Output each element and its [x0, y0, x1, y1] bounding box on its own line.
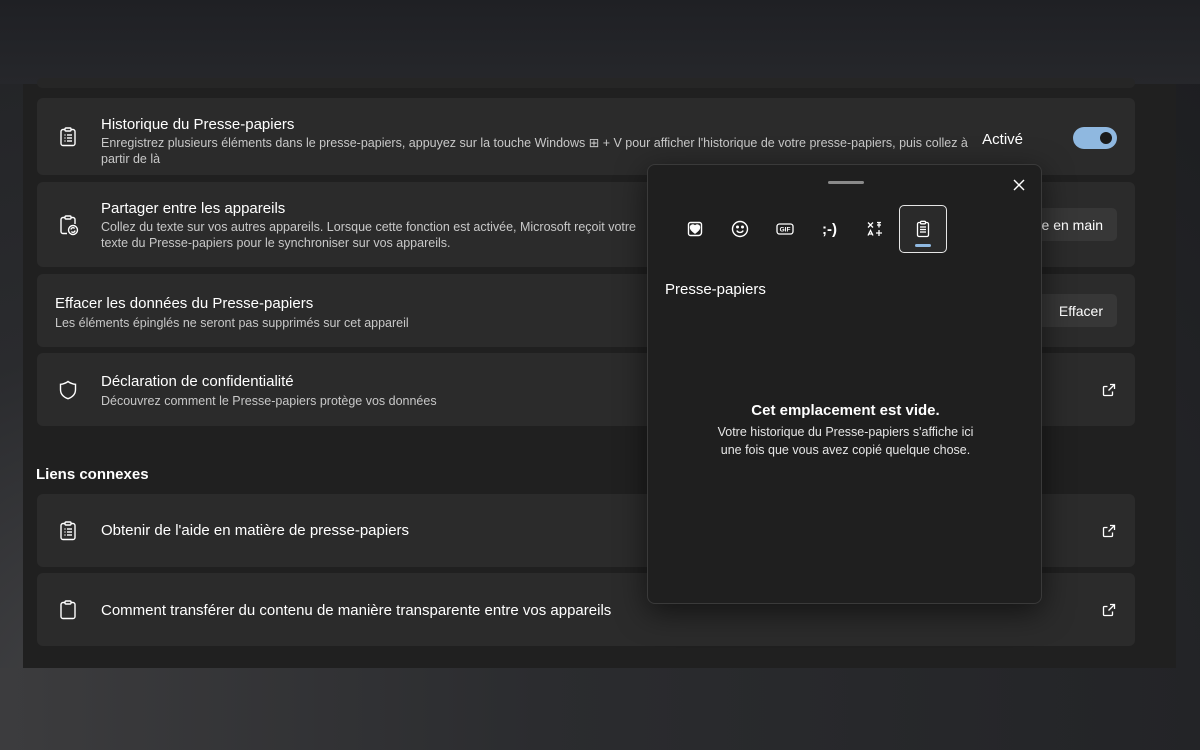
kaomoji-icon: ;-)	[822, 220, 837, 238]
clipboard-history-title: Historique du Presse-papiers	[101, 116, 295, 133]
clipboard-list-icon	[57, 520, 79, 542]
privacy-title: Déclaration de confidentialité	[101, 373, 294, 390]
empty-state-title: Cet emplacement est vide.	[751, 402, 940, 419]
related-link-label: Obtenir de l'aide en matière de presse-p…	[101, 522, 410, 539]
drag-handle[interactable]	[828, 181, 864, 184]
tab-symbols[interactable]	[852, 205, 897, 253]
close-button[interactable]	[1007, 173, 1031, 197]
clipboard-icon	[916, 220, 930, 238]
related-link-label: Comment transférer du contenu de manière…	[101, 602, 612, 619]
share-devices-title: Partager entre les appareils	[101, 200, 286, 217]
clear-data-description: Les éléments épinglés ne seront pas supp…	[55, 316, 409, 330]
clipboard-popup: GIF ;-) Presse-papiers Cet emplacement e…	[647, 164, 1042, 604]
tab-emoji[interactable]	[717, 205, 762, 253]
clipboard-sync-icon	[57, 214, 79, 236]
toggle-knob	[1100, 132, 1112, 144]
toggle-state-label: Activé	[982, 131, 1023, 148]
gif-label: GIF	[779, 227, 790, 234]
clipboard-list-icon	[57, 126, 79, 148]
clear-data-title: Effacer les données du Presse-papiers	[55, 295, 314, 312]
external-link-icon	[1101, 382, 1117, 398]
share-devices-description: Collez du texte sur vos autres appareils…	[101, 220, 636, 250]
close-icon	[1013, 179, 1025, 191]
clipboard-icon	[57, 599, 79, 621]
desktop-background-bottom	[0, 668, 1200, 750]
heart-icon	[687, 221, 702, 237]
previous-card-edge	[37, 78, 1135, 88]
empty-state-body: Votre historique du Presse-papiers s'aff…	[717, 425, 974, 457]
shield-icon	[57, 379, 79, 401]
related-links-title: Liens connexes	[36, 466, 149, 483]
gif-icon: GIF	[775, 223, 794, 235]
popup-tabs: GIF ;-)	[672, 205, 947, 253]
external-link-icon	[1101, 602, 1117, 618]
clipboard-history-toggle[interactable]	[1073, 127, 1117, 149]
tab-favorites[interactable]	[672, 205, 717, 253]
tab-clipboard[interactable]	[899, 205, 947, 253]
popup-heading: Presse-papiers	[665, 281, 766, 298]
symbols-icon	[866, 221, 882, 236]
active-tab-indicator	[915, 244, 931, 247]
clipboard-history-description: Enregistrez plusieurs éléments dans le p…	[101, 136, 968, 166]
tab-gif[interactable]: GIF	[762, 205, 807, 253]
smiley-icon	[731, 220, 748, 238]
tab-kaomoji[interactable]: ;-)	[807, 205, 852, 253]
desktop-background-top	[0, 0, 1200, 84]
external-link-icon	[1101, 523, 1117, 539]
privacy-description: Découvrez comment le Presse-papiers prot…	[101, 394, 437, 408]
